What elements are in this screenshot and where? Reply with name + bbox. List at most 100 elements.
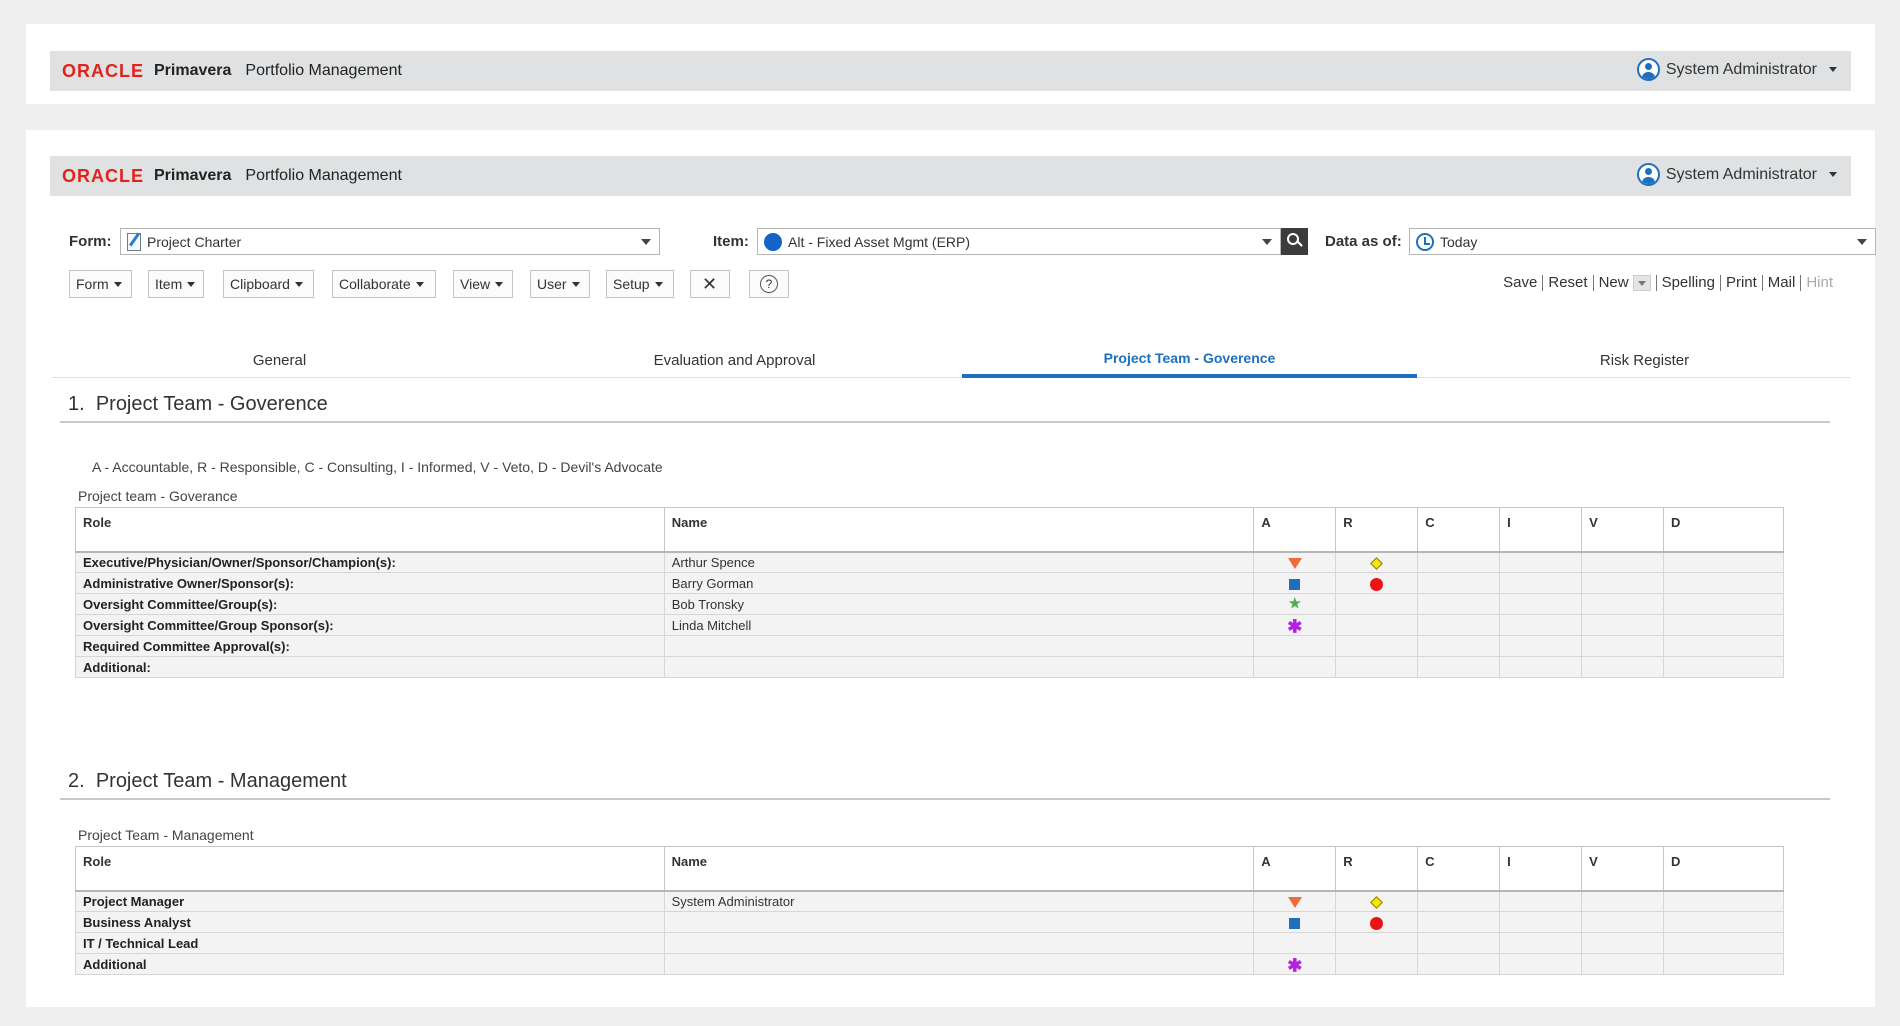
setup-menu-button[interactable]: Setup	[606, 270, 674, 298]
veto-cell[interactable]	[1581, 593, 1665, 615]
column-header-v[interactable]: V	[1581, 846, 1665, 892]
column-header-name[interactable]: Name	[663, 507, 1255, 553]
tab-project-team-goverence[interactable]: Project Team - Goverence	[962, 346, 1417, 378]
column-header-role[interactable]: Role	[75, 507, 665, 553]
informed-cell[interactable]	[1499, 953, 1583, 975]
devils-advocate-cell[interactable]	[1663, 551, 1784, 573]
veto-cell[interactable]	[1581, 614, 1665, 636]
chevron-down-icon[interactable]	[1632, 275, 1651, 292]
clipboard-menu-button[interactable]: Clipboard	[223, 270, 314, 298]
column-header-c[interactable]: C	[1417, 846, 1501, 892]
responsible-cell[interactable]	[1335, 614, 1419, 636]
tools-button[interactable]: ✕	[690, 270, 730, 298]
save-link[interactable]: Save	[1498, 275, 1544, 292]
veto-cell[interactable]	[1581, 635, 1665, 657]
devils-advocate-cell[interactable]	[1663, 953, 1784, 975]
veto-cell[interactable]	[1581, 656, 1665, 678]
name-cell[interactable]	[663, 635, 1255, 657]
form-menu-button[interactable]: Form	[69, 270, 132, 298]
name-cell[interactable]: Linda Mitchell	[663, 614, 1255, 636]
devils-advocate-cell[interactable]	[1663, 890, 1784, 912]
help-button[interactable]: ?	[749, 270, 789, 298]
spelling-link[interactable]: Spelling	[1657, 275, 1721, 292]
name-cell[interactable]	[663, 932, 1255, 954]
column-header-name[interactable]: Name	[663, 846, 1255, 892]
consulting-cell[interactable]	[1417, 572, 1501, 594]
informed-cell[interactable]	[1499, 932, 1583, 954]
devils-advocate-cell[interactable]	[1663, 656, 1784, 678]
consulting-cell[interactable]	[1417, 932, 1501, 954]
name-cell[interactable]: Arthur Spence	[663, 551, 1255, 573]
column-header-d[interactable]: D	[1663, 846, 1784, 892]
name-cell[interactable]: Bob Tronsky	[663, 593, 1255, 615]
devils-advocate-cell[interactable]	[1663, 614, 1784, 636]
devils-advocate-cell[interactable]	[1663, 593, 1784, 615]
accountable-cell[interactable]	[1253, 890, 1337, 912]
responsible-cell[interactable]	[1335, 953, 1419, 975]
column-header-r[interactable]: R	[1335, 846, 1419, 892]
print-link[interactable]: Print	[1721, 275, 1763, 292]
accountable-cell[interactable]: ★	[1253, 593, 1337, 615]
column-header-i[interactable]: I	[1499, 846, 1583, 892]
responsible-cell[interactable]	[1335, 656, 1419, 678]
responsible-cell[interactable]	[1335, 911, 1419, 933]
accountable-cell[interactable]	[1253, 656, 1337, 678]
tab-general[interactable]: General	[52, 346, 507, 378]
accountable-cell[interactable]	[1253, 911, 1337, 933]
column-header-a[interactable]: A	[1253, 846, 1337, 892]
informed-cell[interactable]	[1499, 635, 1583, 657]
veto-cell[interactable]	[1581, 572, 1665, 594]
consulting-cell[interactable]	[1417, 911, 1501, 933]
column-header-r[interactable]: R	[1335, 507, 1419, 553]
reset-link[interactable]: Reset	[1543, 275, 1594, 292]
item-menu-button[interactable]: Item	[148, 270, 204, 298]
consulting-cell[interactable]	[1417, 593, 1501, 615]
responsible-cell[interactable]	[1335, 635, 1419, 657]
consulting-cell[interactable]	[1417, 953, 1501, 975]
accountable-cell[interactable]	[1253, 635, 1337, 657]
view-menu-button[interactable]: View	[453, 270, 513, 298]
data-as-of-select[interactable]: Today	[1409, 228, 1876, 255]
informed-cell[interactable]	[1499, 614, 1583, 636]
devils-advocate-cell[interactable]	[1663, 635, 1784, 657]
user-menu[interactable]: System Administrator	[1636, 163, 1837, 186]
veto-cell[interactable]	[1581, 890, 1665, 912]
hint-link[interactable]: Hint	[1801, 275, 1838, 291]
devils-advocate-cell[interactable]	[1663, 932, 1784, 954]
responsible-cell[interactable]	[1335, 593, 1419, 615]
column-header-a[interactable]: A	[1253, 507, 1337, 553]
accountable-cell[interactable]	[1253, 932, 1337, 954]
name-cell[interactable]	[663, 656, 1255, 678]
accountable-cell[interactable]	[1253, 551, 1337, 573]
informed-cell[interactable]	[1499, 572, 1583, 594]
consulting-cell[interactable]	[1417, 614, 1501, 636]
accountable-cell[interactable]: ✱	[1253, 953, 1337, 975]
name-cell[interactable]: System Administrator	[663, 890, 1255, 912]
informed-cell[interactable]	[1499, 911, 1583, 933]
consulting-cell[interactable]	[1417, 551, 1501, 573]
informed-cell[interactable]	[1499, 593, 1583, 615]
consulting-cell[interactable]	[1417, 635, 1501, 657]
item-select[interactable]: Alt - Fixed Asset Mgmt (ERP)	[757, 228, 1281, 255]
responsible-cell[interactable]	[1335, 890, 1419, 912]
name-cell[interactable]	[663, 953, 1255, 975]
tab-evaluation-and-approval[interactable]: Evaluation and Approval	[507, 346, 962, 378]
responsible-cell[interactable]	[1335, 551, 1419, 573]
accountable-cell[interactable]	[1253, 572, 1337, 594]
veto-cell[interactable]	[1581, 932, 1665, 954]
informed-cell[interactable]	[1499, 890, 1583, 912]
informed-cell[interactable]	[1499, 551, 1583, 573]
name-cell[interactable]: Barry Gorman	[663, 572, 1255, 594]
column-header-c[interactable]: C	[1417, 507, 1501, 553]
name-cell[interactable]	[663, 911, 1255, 933]
user-menu[interactable]: System Administrator	[1636, 58, 1837, 81]
mail-link[interactable]: Mail	[1763, 275, 1802, 292]
consulting-cell[interactable]	[1417, 890, 1501, 912]
column-header-d[interactable]: D	[1663, 507, 1784, 553]
veto-cell[interactable]	[1581, 551, 1665, 573]
responsible-cell[interactable]	[1335, 572, 1419, 594]
devils-advocate-cell[interactable]	[1663, 911, 1784, 933]
user-menu-button[interactable]: User	[530, 270, 590, 298]
new-link[interactable]: New	[1594, 275, 1657, 292]
tab-risk-register[interactable]: Risk Register	[1417, 346, 1872, 378]
